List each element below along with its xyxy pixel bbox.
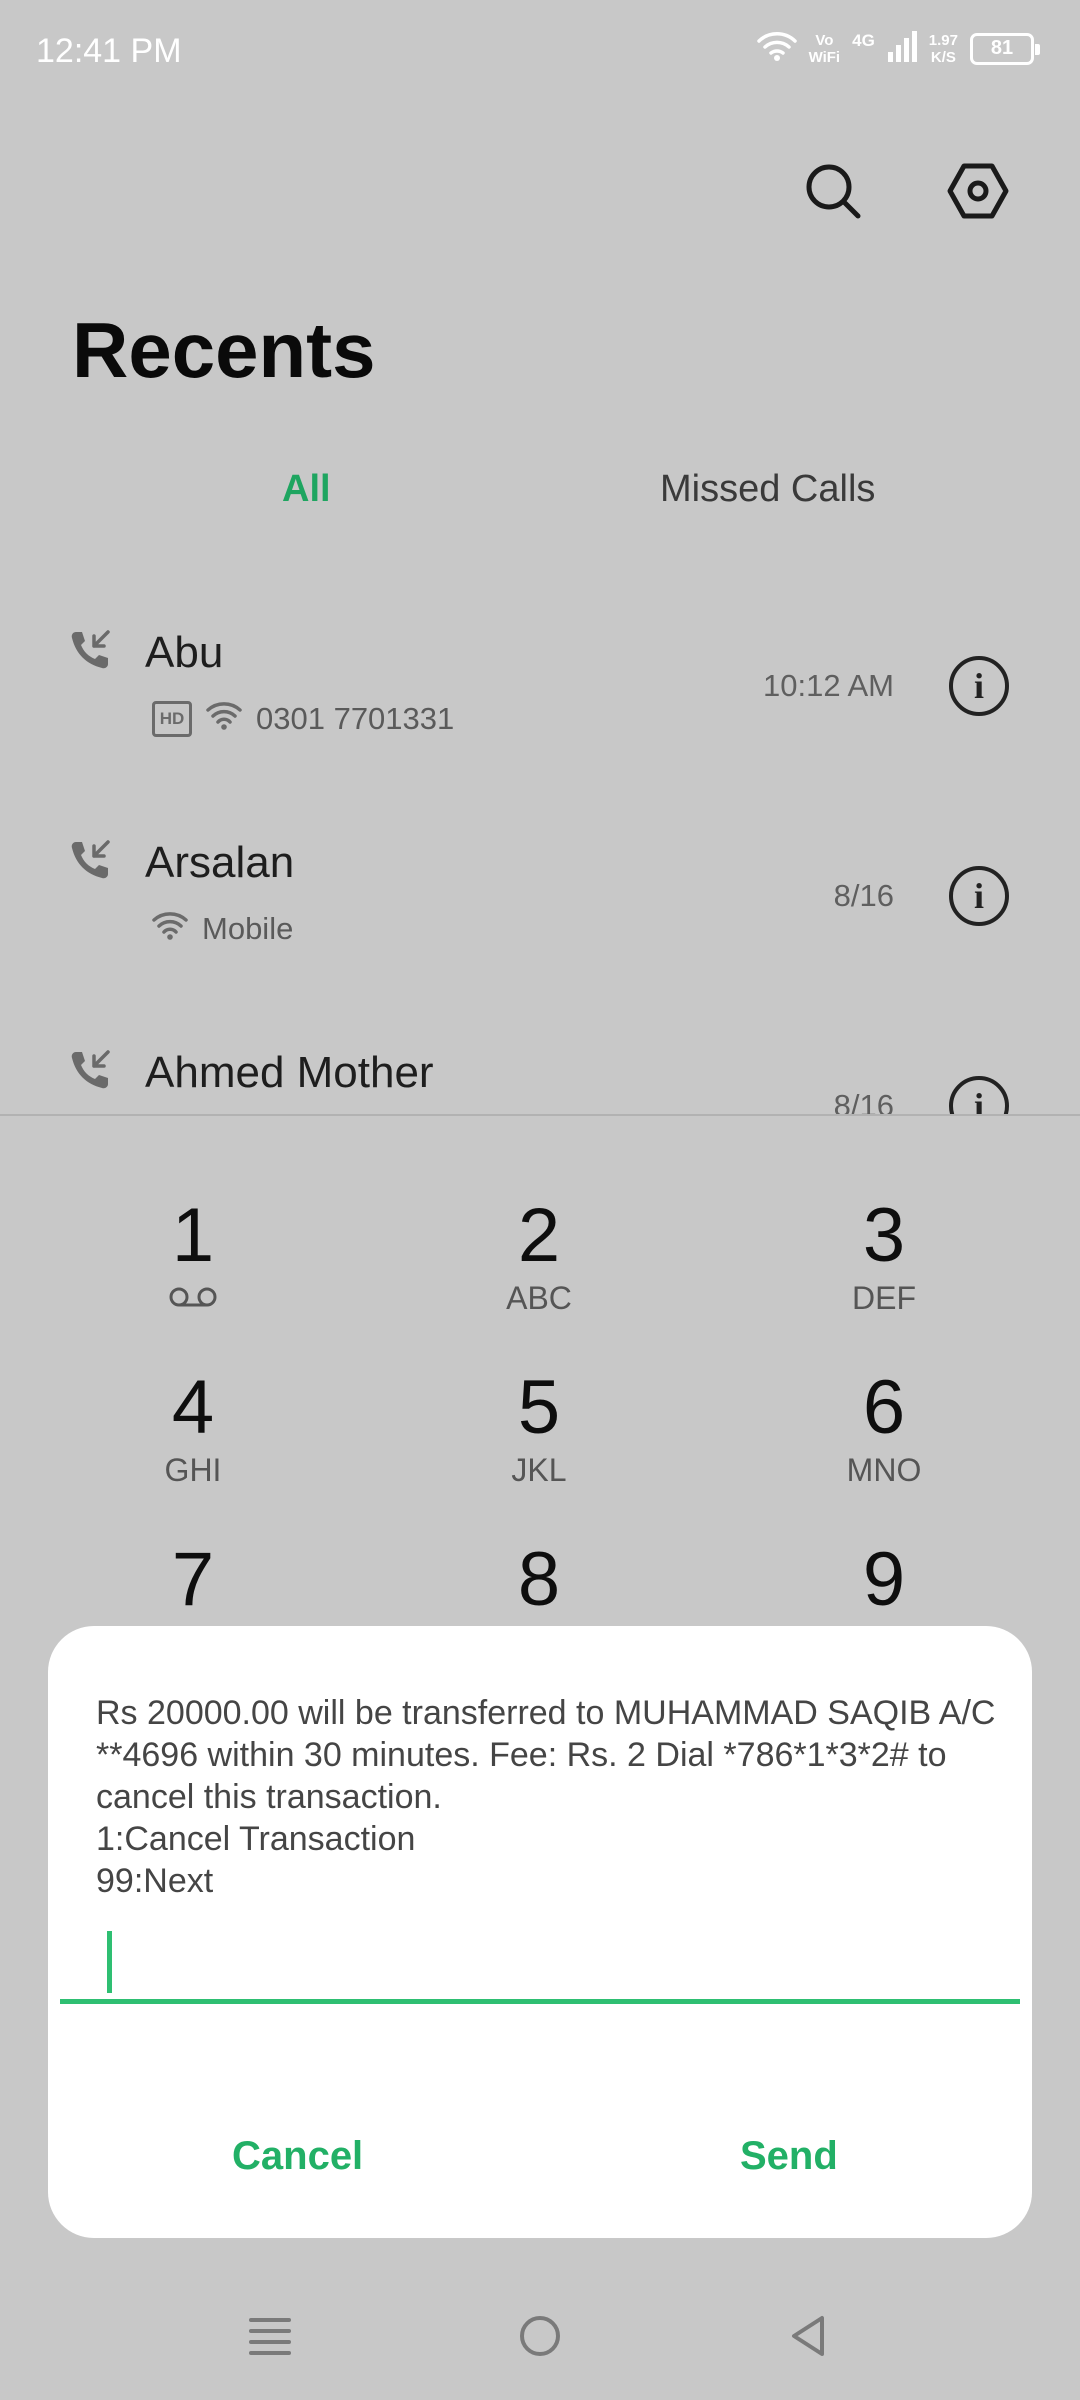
dialpad-key-9[interactable]: 9 bbox=[784, 1540, 984, 1620]
call-row[interactable]: Abu HD 0301 7701331 10:12 AM i bbox=[0, 628, 1080, 828]
dialpad-key-7[interactable]: 7 bbox=[93, 1540, 293, 1620]
info-icon: i bbox=[973, 666, 984, 706]
info-button[interactable]: i bbox=[949, 656, 1009, 716]
home-nav-icon[interactable] bbox=[510, 2306, 570, 2366]
recent-calls-list: Abu HD 0301 7701331 10:12 AM i Arsalan M… bbox=[0, 0, 1080, 1114]
dialpad-key-6[interactable]: 6 MNO bbox=[784, 1368, 984, 1489]
wifi-call-icon bbox=[206, 700, 242, 738]
call-time: 10:12 AM bbox=[763, 668, 894, 703]
cancel-button[interactable]: Cancel bbox=[232, 2134, 363, 2179]
voicemail-icon bbox=[168, 1286, 218, 1308]
menu-nav-icon[interactable] bbox=[240, 2306, 300, 2366]
incoming-call-icon bbox=[68, 1048, 112, 1092]
wifi-call-icon bbox=[152, 910, 188, 948]
info-button[interactable]: i bbox=[949, 866, 1009, 926]
dialpad-key-8[interactable]: 8 bbox=[439, 1540, 639, 1620]
back-nav-icon[interactable] bbox=[778, 2306, 838, 2366]
call-details: HD 0301 7701331 bbox=[152, 700, 454, 738]
call-row[interactable]: Arsalan Mobile 8/16 i bbox=[0, 838, 1080, 1038]
dialpad-key-3[interactable]: 3 DEF bbox=[784, 1196, 984, 1317]
call-time: 8/16 bbox=[833, 878, 894, 913]
info-icon: i bbox=[973, 876, 984, 916]
call-type: Mobile bbox=[202, 911, 294, 946]
incoming-call-icon bbox=[68, 628, 112, 672]
send-button[interactable]: Send bbox=[740, 2134, 838, 2179]
ussd-reply-input[interactable] bbox=[60, 1999, 1020, 2004]
text-cursor bbox=[107, 1931, 112, 1993]
dialog-message: Rs 20000.00 will be transferred to MUHAM… bbox=[96, 1694, 996, 1900]
info-icon: i bbox=[973, 1086, 984, 1114]
dialpad-key-5[interactable]: 5 JKL bbox=[439, 1368, 639, 1489]
dialpad-key-2[interactable]: 2 ABC bbox=[439, 1196, 639, 1317]
contact-name: Ahmed Mother bbox=[145, 1048, 434, 1097]
info-button[interactable]: i bbox=[949, 1076, 1009, 1114]
call-details: Mobile bbox=[152, 910, 293, 948]
contact-name: Arsalan bbox=[145, 838, 295, 887]
hd-badge: HD bbox=[152, 701, 192, 737]
divider bbox=[0, 1114, 1080, 1116]
dialpad-key-1[interactable]: 1 bbox=[93, 1196, 293, 1308]
incoming-call-icon bbox=[68, 838, 112, 882]
call-row[interactable]: Ahmed Mother 8/16 i bbox=[0, 1048, 1080, 1114]
dialpad-key-4[interactable]: 4 GHI bbox=[93, 1368, 293, 1489]
contact-name: Abu bbox=[145, 628, 224, 677]
ussd-dialog: Rs 20000.00 will be transferred to MUHAM… bbox=[48, 1626, 1032, 2238]
phone-number: 0301 7701331 bbox=[256, 701, 455, 736]
call-time: 8/16 bbox=[833, 1088, 894, 1114]
